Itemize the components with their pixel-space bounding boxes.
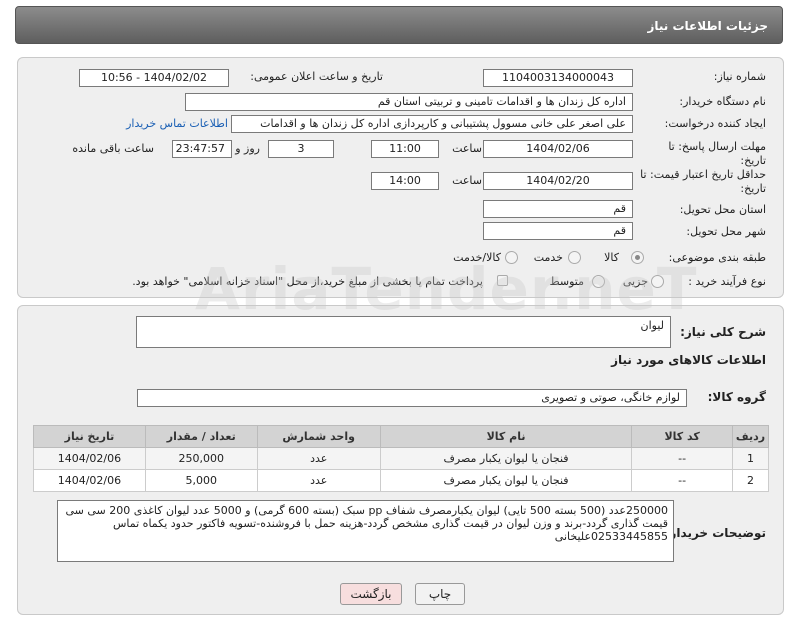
announce-datetime-field: 1404/02/02 - 10:56 [79,69,229,87]
announce-label: تاریخ و ساعت اعلان عمومی: [250,70,383,83]
goods-group-label: گروه کالا: [707,390,766,404]
validity-time-field: 14:00 [371,172,439,190]
table-row: 2 -- فنجان یا لیوان یکبار مصرف عدد 5,000… [33,469,770,492]
need-number-field: 1104003134000043 [483,69,633,87]
cell-name: فنجان یا لیوان یکبار مصرف [379,469,633,492]
watermark: AriaTender.neT [195,255,698,323]
goods-group-field: لوازم خانگی، صوتی و تصویری [137,389,687,407]
page-header: جزئیات اطلاعات نیاز [15,6,783,44]
remaining-time-field: 23:47:57 [172,140,232,158]
print-button[interactable]: چاپ [415,583,465,605]
deadline-date-field: 1404/02/06 [483,140,633,158]
cell-qty: 250,000 [144,447,258,470]
goods-info-title: اطلاعات کالاهای مورد نیاز [611,353,766,367]
days-label: روز و [235,142,260,155]
cell-qty: 5,000 [144,469,258,492]
cell-code: -- [631,469,733,492]
page-title: جزئیات اطلاعات نیاز [647,19,768,33]
table-row: 1 -- فنجان یا لیوان یکبار مصرف عدد 250,0… [33,447,770,470]
cell-code: -- [631,447,733,470]
validity-date-field: 1404/02/20 [483,172,633,190]
col-qty: تعداد / مقدار [144,425,258,448]
col-name: نام کالا [379,425,633,448]
buyer-notes-field: 250000عدد (500 بسته 500 تایی) لیوان یکبا… [57,500,674,562]
remaining-label: ساعت باقی مانده [72,142,154,155]
cell-date: 1404/02/06 [33,469,146,492]
validity-time-label: ساعت [452,174,482,187]
buyer-label: نام دستگاه خریدار: [679,95,766,108]
city-field: قم [483,222,633,240]
summary-label: شرح کلی نیاز: [680,325,766,339]
cell-name: فنجان یا لیوان یکبار مصرف [379,447,633,470]
creator-field: علی اصغر علی خانی مسوول پشتیبانی و کارپر… [231,115,633,133]
col-code: کد کالا [631,425,733,448]
col-date: تاریخ نیاز [33,425,146,448]
province-field: قم [483,200,633,218]
cell-unit: عدد [256,469,381,492]
goods-table-header: ردیف کد کالا نام کالا واحد شمارش تعداد /… [33,425,770,448]
creator-label: ایجاد کننده درخواست: [664,117,766,130]
days-field: 3 [268,140,334,158]
deadline-time-label: ساعت [452,142,482,155]
summary-field: لیوان [136,316,671,348]
buyer-notes-label: توضیحات خریدار: [664,526,766,540]
col-row: ردیف [731,425,770,448]
back-button[interactable]: بازگشت [340,583,402,605]
buyer-contact-link[interactable]: اطلاعات تماس خریدار [126,117,228,130]
city-label: شهر محل تحویل: [686,225,766,238]
cell-row: 2 [731,469,770,492]
need-number-label: شماره نیاز: [713,70,766,83]
validity-label: حداقل تاریخ اعتبار قیمت: تا تاریخ: [640,168,766,195]
province-label: استان محل تحویل: [679,203,766,216]
deadline-time-field: 11:00 [371,140,439,158]
buyer-field: اداره کل زندان ها و اقدامات تامینی و ترب… [185,93,633,111]
cell-date: 1404/02/06 [33,447,146,470]
deadline-label: مهلت ارسال پاسخ: تا تاریخ: [668,140,766,167]
cell-unit: عدد [256,447,381,470]
cell-row: 1 [731,447,770,470]
col-unit: واحد شمارش [256,425,381,448]
goods-table: ردیف کد کالا نام کالا واحد شمارش تعداد /… [33,425,770,492]
